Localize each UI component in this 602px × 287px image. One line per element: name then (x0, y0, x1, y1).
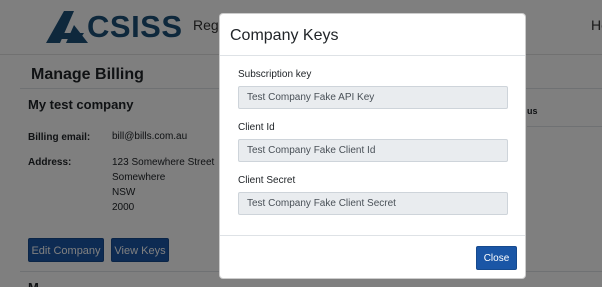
client-secret-label: Client Secret (238, 175, 296, 186)
client-id-label: Client Id (238, 122, 275, 133)
subscription-key-label: Subscription key (238, 69, 312, 80)
modal-footer: Close (220, 235, 525, 278)
close-button[interactable]: Close (476, 246, 517, 270)
client-secret-field[interactable] (238, 192, 508, 215)
company-keys-modal: Company Keys Subscription key Client Id … (219, 13, 526, 279)
modal-title: Company Keys (230, 27, 339, 44)
client-id-field[interactable] (238, 139, 508, 162)
modal-header: Company Keys (220, 14, 525, 56)
subscription-key-field[interactable] (238, 86, 508, 109)
